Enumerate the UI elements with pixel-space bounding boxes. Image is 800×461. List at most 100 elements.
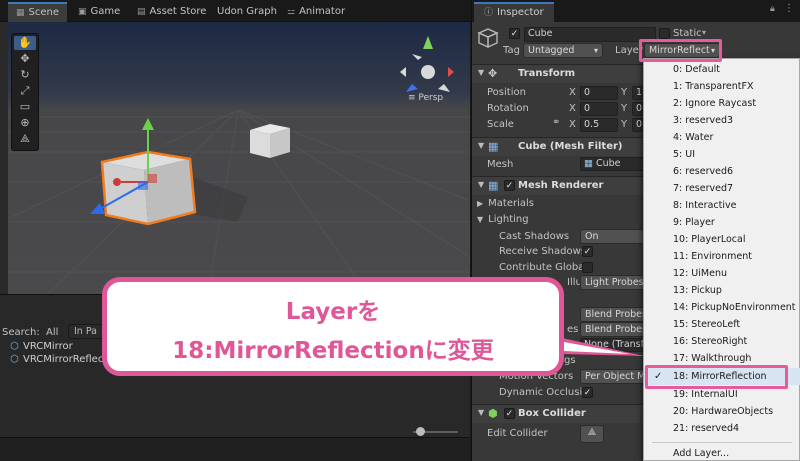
layer-menu-item[interactable]: 3: reserved3 [644,112,800,129]
tab-asset-store[interactable]: ▤ Asset Store [137,2,206,22]
contribute-gi-checkbox[interactable] [582,262,593,273]
cast-shadows-dropdown[interactable]: On [580,229,646,244]
position-x-field[interactable]: 0 [580,86,618,100]
receive-gi-dropdown[interactable]: Light Probes [580,275,646,290]
inspector-tab-bar: ⓘ Inspector 🔒︎ ⋮ [472,0,800,22]
layer-menu-item[interactable]: 14: PickupNoEnvironment [644,299,800,316]
add-layer-item[interactable]: Add Layer... [644,445,800,461]
layer-menu-item[interactable]: 7: reserved7 [644,180,800,197]
receive-shadows-label: Receive Shadows [499,246,586,257]
lighting-foldout[interactable]: ▼ Lighting [477,214,529,225]
bottom-status-bar [0,437,470,461]
materials-foldout[interactable]: ▶ Materials [477,198,534,209]
x-label: X [569,103,576,114]
layer-menu-item[interactable]: 21: reserved4 [644,420,800,437]
link-icon[interactable]: ⚭ [552,117,560,128]
layer-menu-item[interactable]: 20: HardwareObjects [644,403,800,420]
layer-menu-item[interactable]: 5: UI [644,146,800,163]
callout-line-2: 18:MirrorReflectionに変更 [172,338,494,364]
cast-shadows-label: Cast Shadows [499,231,570,242]
static-label: Static [673,28,702,39]
gameobject-icon: ⬡ [10,354,19,365]
dynamic-occlusion-checkbox[interactable]: ✓ [582,387,593,398]
custom-tool-icon[interactable]: ⟁ [14,132,36,146]
layer-menu-item[interactable]: 12: UiMenu [644,265,800,282]
layer-menu-item[interactable]: 16: StereoRight [644,333,800,350]
mesh-filter-icon: ▦ [488,140,499,153]
animator-icon: ⚍ [287,7,296,17]
foldout-arrow-icon: ▼ [478,68,485,77]
edit-collider-button[interactable]: ⟁ [580,425,604,443]
selected-layer-highlight [645,365,788,389]
layer-menu-item[interactable]: 1: TransparentFX [644,78,800,95]
chevron-down-icon[interactable]: ▾ [702,28,706,37]
rect-tool-icon[interactable]: ▭ [14,100,36,114]
object-name-field[interactable]: Cube [524,27,656,42]
search-scope-all[interactable]: All [46,327,58,338]
transform-icon: ✥ [488,67,498,80]
rotation-x-field[interactable]: 0 [580,102,618,116]
layer-menu-item[interactable]: 10: PlayerLocal [644,231,800,248]
chevron-down-icon: ▾ [593,46,598,55]
move-tool-icon[interactable]: ✥ [14,52,36,66]
scale-label: Scale [487,119,514,130]
static-checkbox[interactable] [659,28,670,39]
tab-scene[interactable]: ▦ Scene [8,2,68,22]
tab-udon-graph[interactable]: Udon Graph [217,2,277,22]
store-icon: ▤ [137,7,146,17]
box-collider-icon: ⬢ [488,407,498,420]
layer-menu-item[interactable]: 6: reserved6 [644,163,800,180]
box-collider-checkbox[interactable]: ✓ [504,408,515,419]
mirror-cube[interactable] [250,124,290,158]
rotation-label: Rotation [487,103,529,114]
menu-icon[interactable]: ⋮ [784,3,794,14]
mesh-icon: ▦ [584,158,593,169]
layer-menu-item[interactable]: 2: Ignore Raycast [644,95,800,112]
dynamic-occlusion-label: Dynamic Occlusio [499,387,589,398]
foldout-arrow-icon: ▼ [478,408,485,417]
reflection-probes-dropdown[interactable]: Blend Probes [580,322,646,337]
transform-tool-icon[interactable]: ⊕ [14,116,36,130]
scale-tool-icon[interactable]: ⤢ [14,84,36,98]
info-icon: ⓘ [484,8,494,18]
motion-vectors-dropdown[interactable]: Per Object M [580,369,646,384]
layer-menu-item[interactable]: 8: Interactive [644,197,800,214]
zoom-slider-knob[interactable] [416,427,425,436]
game-icon: ▣ [78,7,87,17]
edit-collider-icon: ⟁ [587,427,597,438]
tab-inspector[interactable]: ⓘ Inspector [474,2,554,22]
active-checkbox[interactable]: ✓ [509,28,520,39]
tag-dropdown[interactable]: Untagged ▾ [523,43,603,58]
hand-tool-icon[interactable]: ✋ [14,36,36,50]
mesh-renderer-checkbox[interactable]: ✓ [504,180,515,191]
perspective-label[interactable]: ≡ Persp [408,93,443,103]
search-label: Search: [2,327,40,338]
x-label: X [569,119,576,130]
hierarchy-item[interactable]: ⬡ VRCMirrorReflect [10,354,107,365]
scale-x-field[interactable]: 0.5 [580,118,618,132]
orientation-gizmo[interactable] [400,36,454,92]
layer-menu-item[interactable]: 9: Player [644,214,800,231]
tab-game[interactable]: ▣ Game [78,2,120,22]
tab-animator[interactable]: ⚍ Animator [287,2,345,22]
light-probes-dropdown[interactable]: Blend Probes [580,307,646,322]
mesh-label: Mesh [487,159,514,170]
layer-menu-item[interactable]: 11: Environment [644,248,800,265]
layer-menu-item[interactable]: 4: Water [644,129,800,146]
rotate-tool-icon[interactable]: ↻ [14,68,36,82]
layer-menu-item[interactable]: 15: StereoLeft [644,316,800,333]
mesh-field[interactable]: ▦ Cube [580,157,646,171]
layer-menu-item[interactable]: 0: Default [644,61,800,78]
hierarchy-item[interactable]: ⬡ VRCMirror [10,341,73,352]
y-label: Y [621,103,628,114]
scene-left-gutter [0,22,8,294]
mesh-renderer-icon: ▦ [488,179,499,192]
annotation-callout: Layerを 18:MirrorReflectionに変更 [102,277,564,376]
y-label: Y [621,87,628,98]
receive-shadows-checkbox[interactable]: ✓ [582,246,593,257]
x-label: X [569,87,576,98]
grid-icon: ▦ [16,8,25,18]
layer-menu-item[interactable]: 13: Pickup [644,282,800,299]
lock-icon[interactable]: 🔒︎ [770,4,775,14]
scene-view[interactable] [8,22,470,294]
